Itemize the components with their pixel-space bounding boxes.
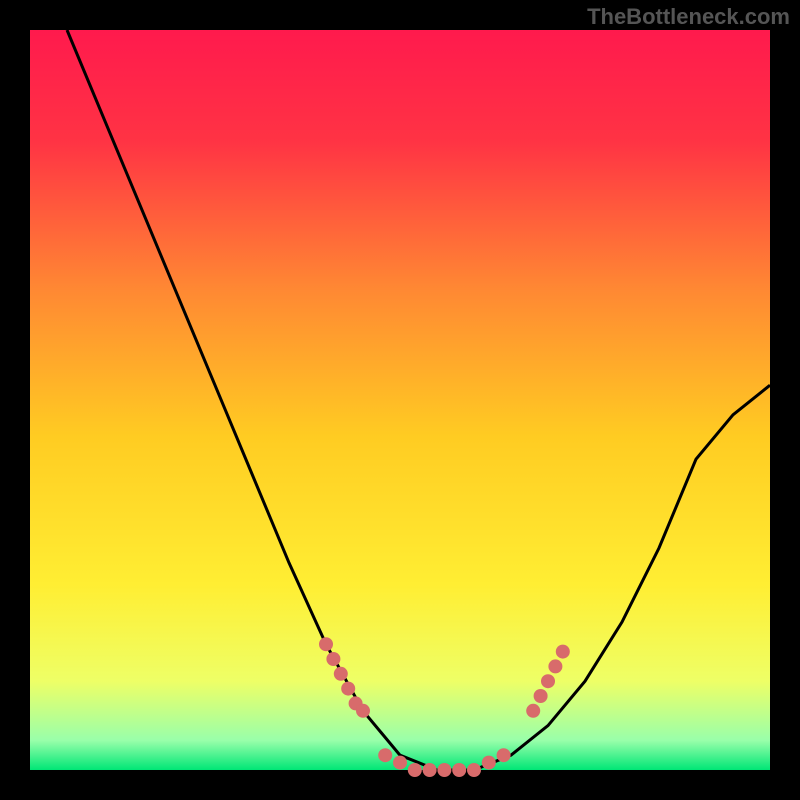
good-zone-dot (423, 763, 437, 777)
good-zone-dot (467, 763, 481, 777)
good-zone-dot (341, 682, 355, 696)
good-zone-dot (378, 748, 392, 762)
good-zone-dot (556, 645, 570, 659)
bottleneck-chart (0, 0, 800, 800)
good-zone-dot (534, 689, 548, 703)
good-zone-dot (437, 763, 451, 777)
good-zone-dot (334, 667, 348, 681)
good-zone-dot (548, 659, 562, 673)
chart-frame: TheBottleneck.com (0, 0, 800, 800)
good-zone-dot (541, 674, 555, 688)
good-zone-dot (326, 652, 340, 666)
good-zone-dot (408, 763, 422, 777)
good-zone-dot (526, 704, 540, 718)
plot-background (30, 30, 770, 770)
good-zone-dot (497, 748, 511, 762)
good-zone-dot (319, 637, 333, 651)
good-zone-dot (356, 704, 370, 718)
watermark-text: TheBottleneck.com (587, 4, 790, 30)
good-zone-dot (393, 756, 407, 770)
good-zone-dot (452, 763, 466, 777)
good-zone-dot (482, 756, 496, 770)
